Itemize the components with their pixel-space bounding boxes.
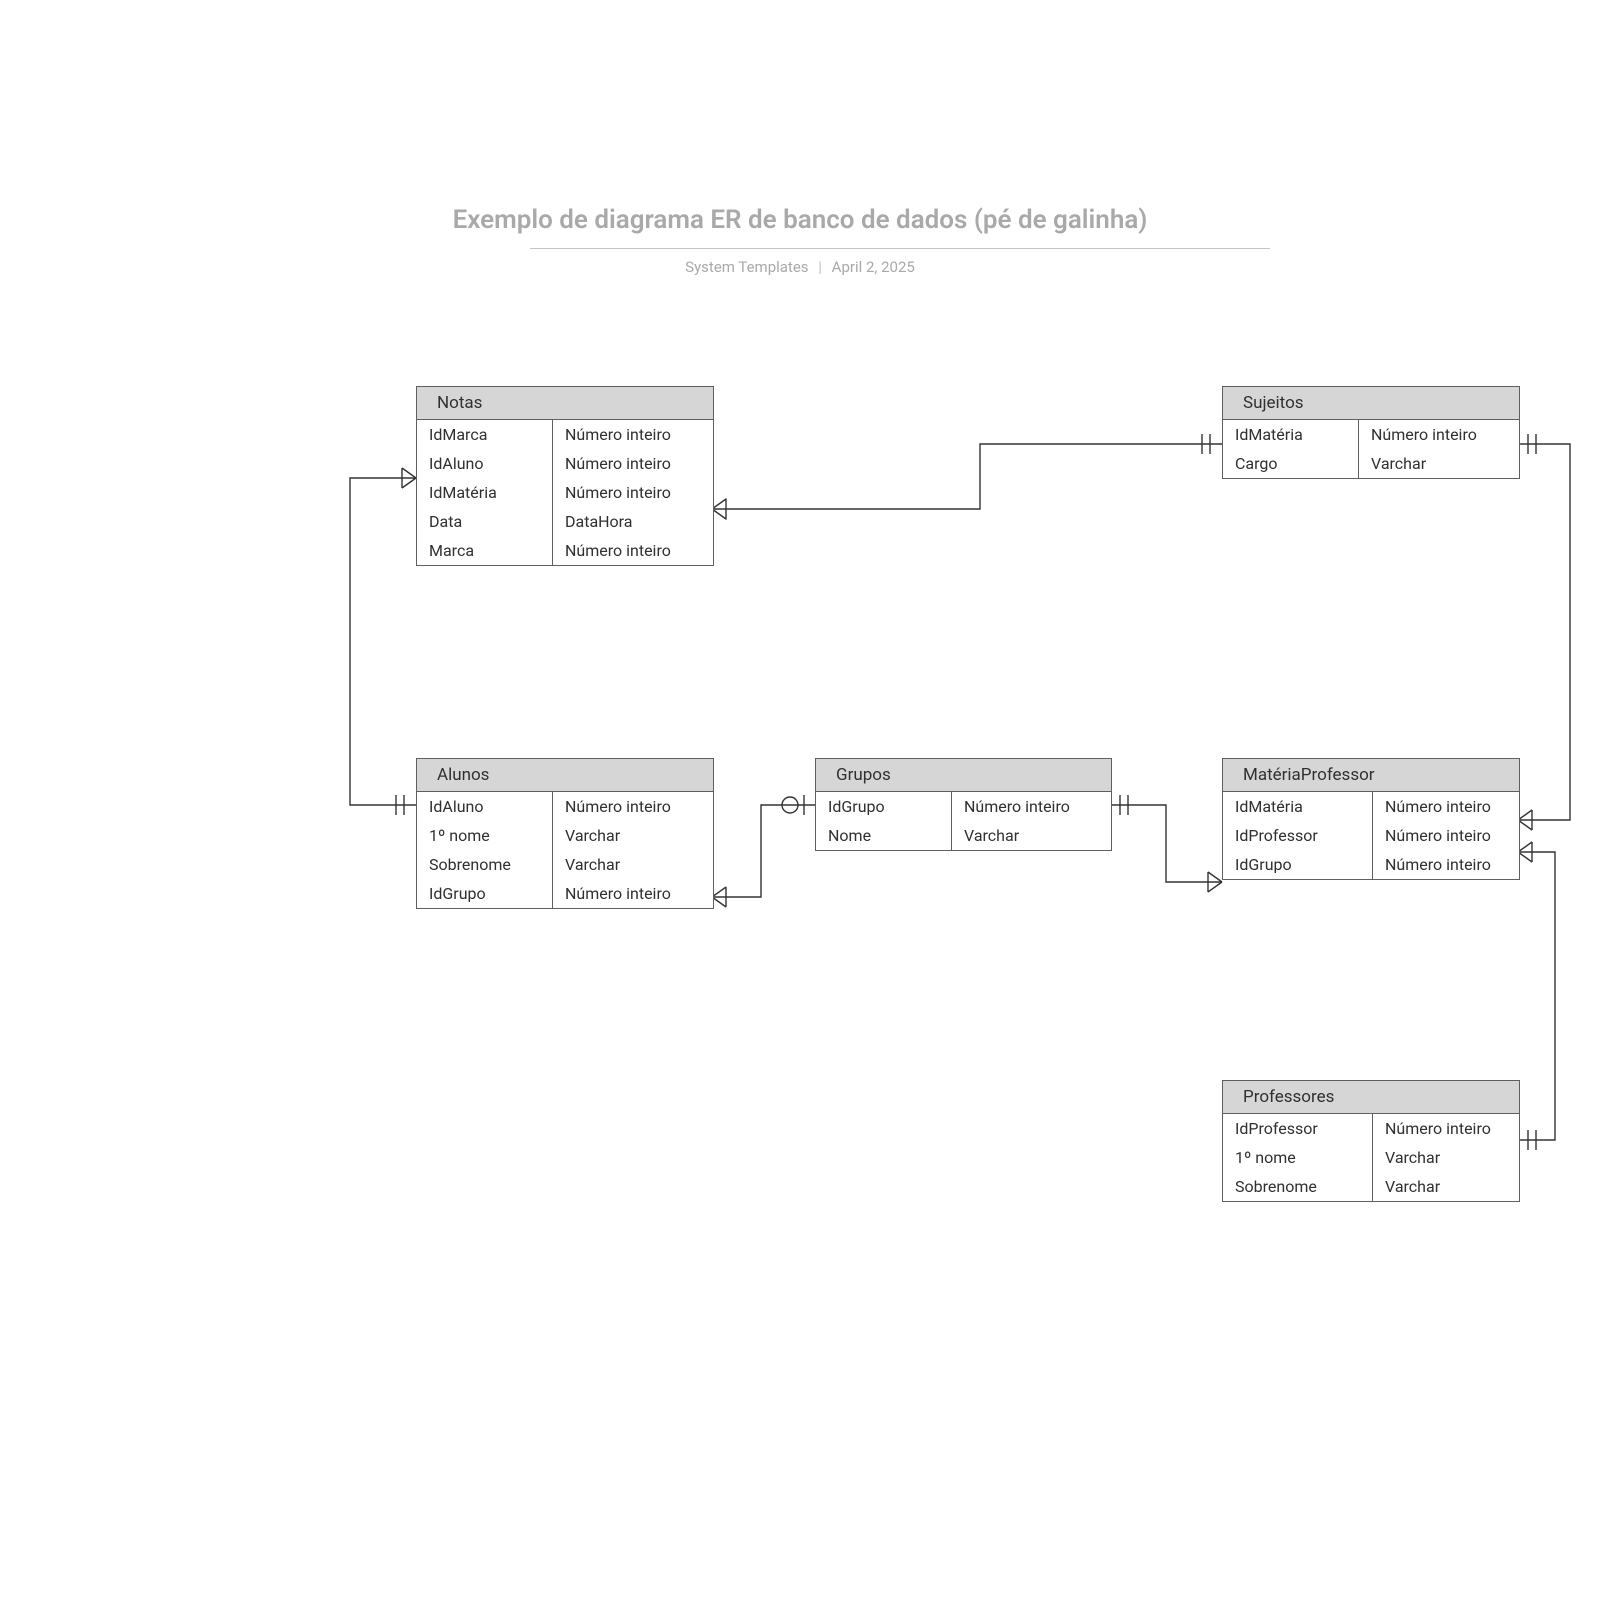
field: IdAluno [417, 792, 553, 821]
type: Número inteiro [553, 792, 713, 821]
diagram-subtitle: System Templates | April 2, 2025 [685, 258, 915, 276]
type: Número inteiro [553, 879, 713, 908]
er-diagram-canvas: Exemplo de diagrama ER de banco de dados… [0, 0, 1600, 1600]
type: Varchar [553, 850, 713, 879]
entity-grupos-header: Grupos [816, 759, 1111, 792]
field: IdGrupo [417, 879, 553, 908]
type: Varchar [1359, 449, 1519, 478]
type: Número inteiro [553, 449, 713, 478]
entity-professores-header: Professores [1223, 1081, 1519, 1114]
type: Número inteiro [1373, 821, 1519, 850]
subtitle-separator: | [812, 258, 828, 276]
entity-alunos-header: Alunos [417, 759, 713, 792]
type: Número inteiro [1373, 1114, 1519, 1143]
field: Marca [417, 536, 553, 565]
type: Número inteiro [553, 536, 713, 565]
type: Número inteiro [1359, 420, 1519, 449]
field: IdMarca [417, 420, 553, 449]
type: Varchar [553, 821, 713, 850]
type: Número inteiro [1373, 792, 1519, 821]
type: Varchar [1373, 1172, 1519, 1201]
field: 1º nome [1223, 1143, 1373, 1172]
field: IdGrupo [1223, 850, 1373, 879]
entity-materiaprofessor-header: MatériaProfessor [1223, 759, 1519, 792]
field: IdProfessor [1223, 821, 1373, 850]
entity-sujeitos[interactable]: Sujeitos IdMatériaNúmero inteiro CargoVa… [1222, 386, 1520, 479]
entity-sujeitos-header: Sujeitos [1223, 387, 1519, 420]
field: 1º nome [417, 821, 553, 850]
diagram-title: Exemplo de diagrama ER de banco de dados… [453, 205, 1148, 235]
field: IdMatéria [1223, 420, 1359, 449]
type: Número inteiro [952, 792, 1111, 821]
field: IdMatéria [1223, 792, 1373, 821]
title-underline [530, 248, 1270, 249]
field: IdAluno [417, 449, 553, 478]
field: Nome [816, 821, 952, 850]
field: Sobrenome [1223, 1172, 1373, 1201]
field: IdProfessor [1223, 1114, 1373, 1143]
subtitle-author: System Templates [685, 258, 808, 276]
field: Cargo [1223, 449, 1359, 478]
type: Varchar [1373, 1143, 1519, 1172]
type: DataHora [553, 507, 713, 536]
entity-notas[interactable]: Notas IdMarcaNúmero inteiro IdAlunoNúmer… [416, 386, 714, 566]
entity-materiaprofessor[interactable]: MatériaProfessor IdMatériaNúmero inteiro… [1222, 758, 1520, 880]
field: IdGrupo [816, 792, 952, 821]
entity-grupos[interactable]: Grupos IdGrupoNúmero inteiro NomeVarchar [815, 758, 1112, 851]
type: Número inteiro [553, 478, 713, 507]
field: Data [417, 507, 553, 536]
subtitle-date: April 2, 2025 [832, 258, 915, 276]
entity-professores[interactable]: Professores IdProfessorNúmero inteiro 1º… [1222, 1080, 1520, 1202]
field: IdMatéria [417, 478, 553, 507]
entity-alunos[interactable]: Alunos IdAlunoNúmero inteiro 1º nomeVarc… [416, 758, 714, 909]
field: Sobrenome [417, 850, 553, 879]
type: Varchar [952, 821, 1111, 850]
entity-notas-header: Notas [417, 387, 713, 420]
type: Número inteiro [553, 420, 713, 449]
type: Número inteiro [1373, 850, 1519, 879]
